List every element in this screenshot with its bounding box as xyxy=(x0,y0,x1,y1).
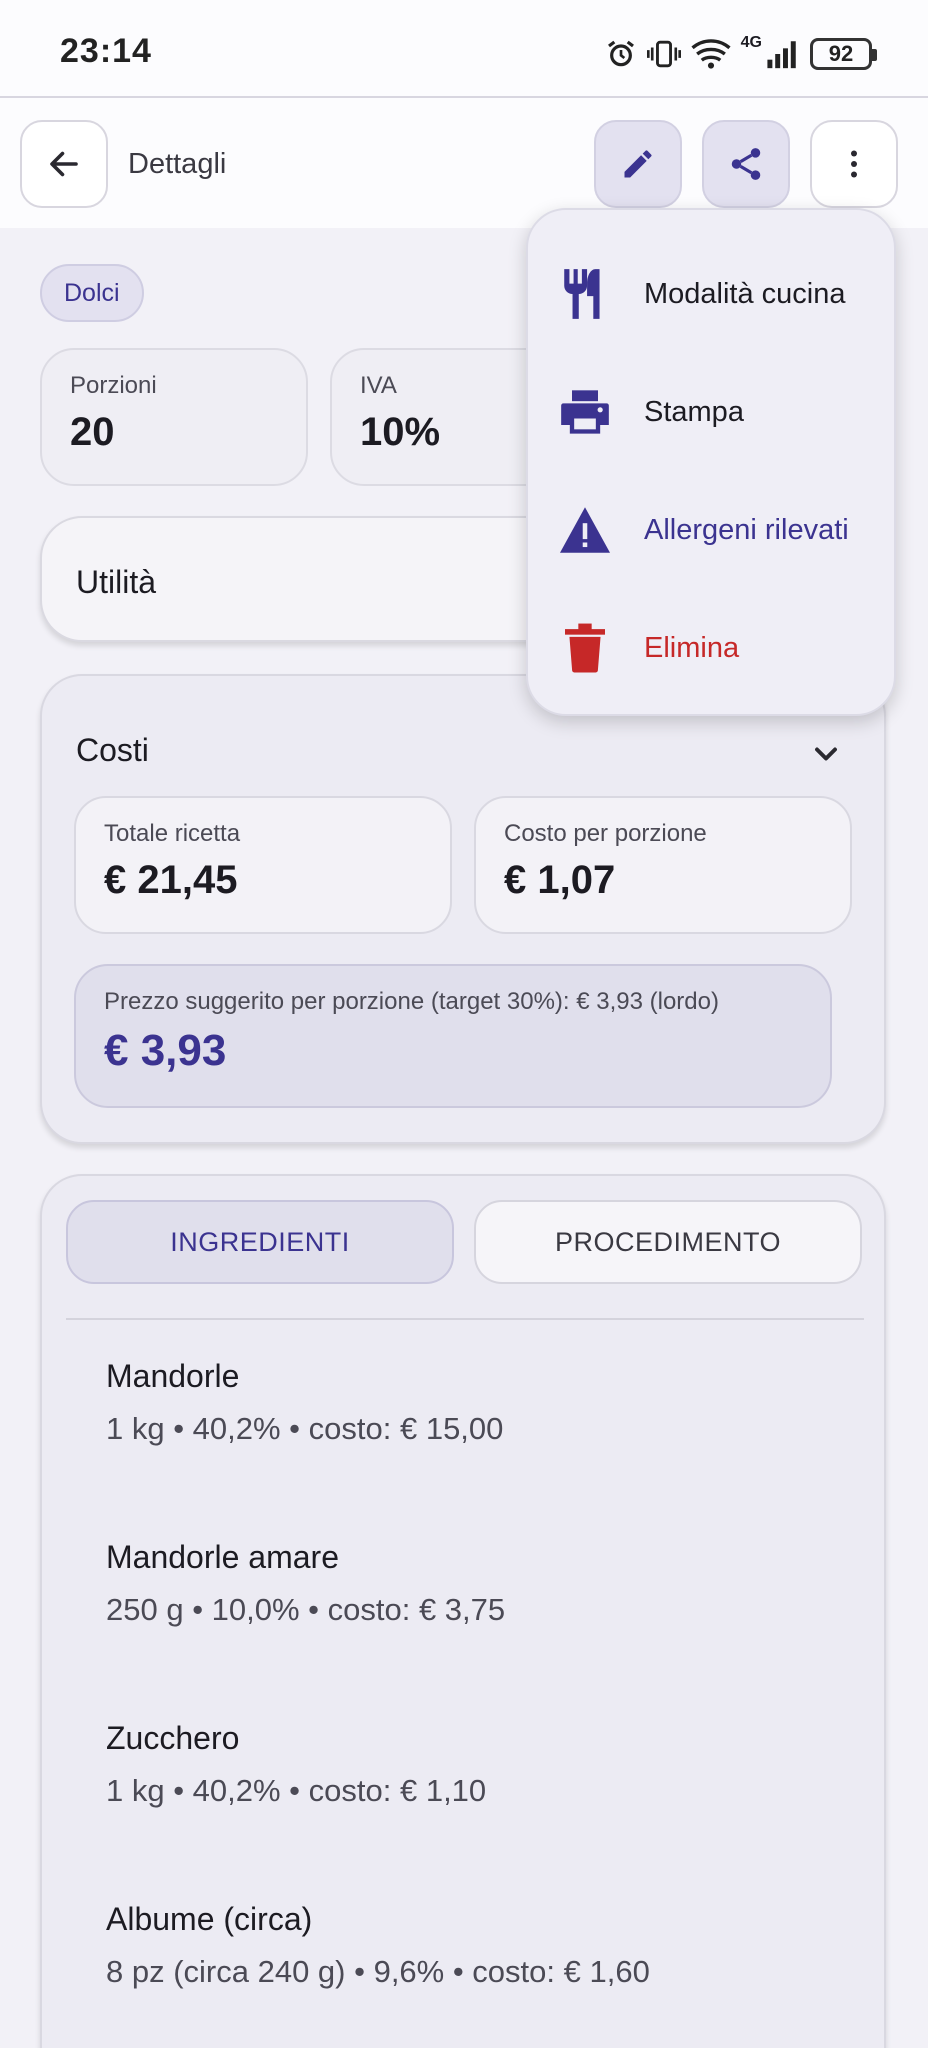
alarm-icon xyxy=(607,40,634,67)
vibrate-icon xyxy=(646,40,681,68)
ingredient-detail: 1 kg • 40,2% • costo: € 15,00 xyxy=(106,1411,504,1446)
restaurant-icon xyxy=(556,265,614,323)
ingredient-detail: 250 g • 10,0% • costo: € 3,75 xyxy=(106,1592,506,1627)
stat-label: Porzioni xyxy=(70,372,157,399)
network-type: 4G xyxy=(740,34,762,51)
stat-value: 20 xyxy=(70,410,115,454)
menu-item-allergeni[interactable]: Allergeni rilevati xyxy=(528,480,898,580)
menu-label: Elimina xyxy=(644,631,740,664)
ingredient-name: Mandorle amare xyxy=(106,1539,339,1575)
costo-porzione-box: Costo per porzione € 1,07 xyxy=(474,796,852,934)
divider xyxy=(66,1318,864,1320)
more-vert-icon xyxy=(851,150,857,178)
tab-procedimento[interactable]: PROCEDIMENTO xyxy=(474,1200,862,1284)
stat-porzioni: Porzioni 20 xyxy=(40,348,308,486)
status-bar: 23:14 4G 92 xyxy=(0,0,928,96)
costi-title: Costi xyxy=(76,732,149,768)
warning-icon xyxy=(556,501,614,559)
tab-ingredienti[interactable]: INGREDIENTI xyxy=(66,1200,454,1284)
totale-ricetta-box: Totale ricetta € 21,45 xyxy=(74,796,452,934)
suggerito-value: € 3,93 xyxy=(104,1026,227,1075)
costi-section: Costi Totale ricetta € 21,45 Costo per p… xyxy=(40,674,886,1144)
category-chip[interactable]: Dolci xyxy=(40,264,144,322)
porzione-value: € 1,07 xyxy=(504,858,616,902)
list-item: Albume (circa) 8 pz (circa 240 g) • 9,6%… xyxy=(106,1901,846,2048)
totale-label: Totale ricetta xyxy=(104,820,241,847)
share-button[interactable] xyxy=(702,120,790,208)
status-icons: 4G 92 xyxy=(605,34,877,74)
list-item: Mandorle amare 250 g • 10,0% • costo: € … xyxy=(106,1539,846,1720)
ingredient-list: Mandorle 1 kg • 40,2% • costo: € 15,00 M… xyxy=(106,1358,846,2048)
totale-value: € 21,45 xyxy=(104,858,238,902)
page-title: Dettagli xyxy=(128,148,227,180)
battery-indicator: 92 xyxy=(810,38,877,70)
menu-label: Stampa xyxy=(644,395,744,428)
ingredient-detail: 1 kg • 40,2% • costo: € 1,10 xyxy=(106,1773,487,1808)
more-options-button[interactable] xyxy=(810,120,898,208)
arrow-back-icon xyxy=(50,151,78,177)
overflow-menu: Modalità cucina Stampa Allergeni rilevat… xyxy=(526,208,896,716)
ingredient-name: Albume (circa) xyxy=(106,1901,313,1937)
signal-icon xyxy=(767,41,796,69)
delete-icon xyxy=(556,619,614,677)
list-item: Zucchero 1 kg • 40,2% • costo: € 1,10 xyxy=(106,1720,846,1901)
print-icon xyxy=(556,383,614,441)
back-button[interactable] xyxy=(20,120,108,208)
prezzo-suggerito-box: Prezzo suggerito per porzione (target 30… xyxy=(74,964,832,1108)
edit-button[interactable] xyxy=(594,120,682,208)
ingredient-detail: 8 pz (circa 240 g) • 9,6% • costo: € 1,6… xyxy=(106,1954,650,1989)
ingredient-name: Mandorle xyxy=(106,1358,240,1394)
menu-item-elimina[interactable]: Elimina xyxy=(528,598,898,698)
suggerito-label: Prezzo suggerito per porzione (target 30… xyxy=(104,988,719,1015)
ingredients-card: INGREDIENTI PROCEDIMENTO Mandorle 1 kg •… xyxy=(40,1174,886,2048)
ingredient-name: Zucchero xyxy=(106,1720,240,1756)
wifi-icon xyxy=(691,39,731,69)
status-time: 23:14 xyxy=(60,32,152,70)
menu-item-modalita-cucina[interactable]: Modalità cucina xyxy=(528,244,898,344)
share-icon xyxy=(731,148,761,180)
porzione-label: Costo per porzione xyxy=(504,820,707,847)
edit-icon xyxy=(624,150,652,178)
list-item: Mandorle 1 kg • 40,2% • costo: € 15,00 xyxy=(106,1358,846,1539)
utilita-title: Utilità xyxy=(76,564,157,600)
menu-label: Allergeni rilevati xyxy=(644,513,849,546)
chevron-down-icon[interactable] xyxy=(808,736,844,777)
menu-label: Modalità cucina xyxy=(644,277,846,310)
menu-item-stampa[interactable]: Stampa xyxy=(528,362,898,462)
